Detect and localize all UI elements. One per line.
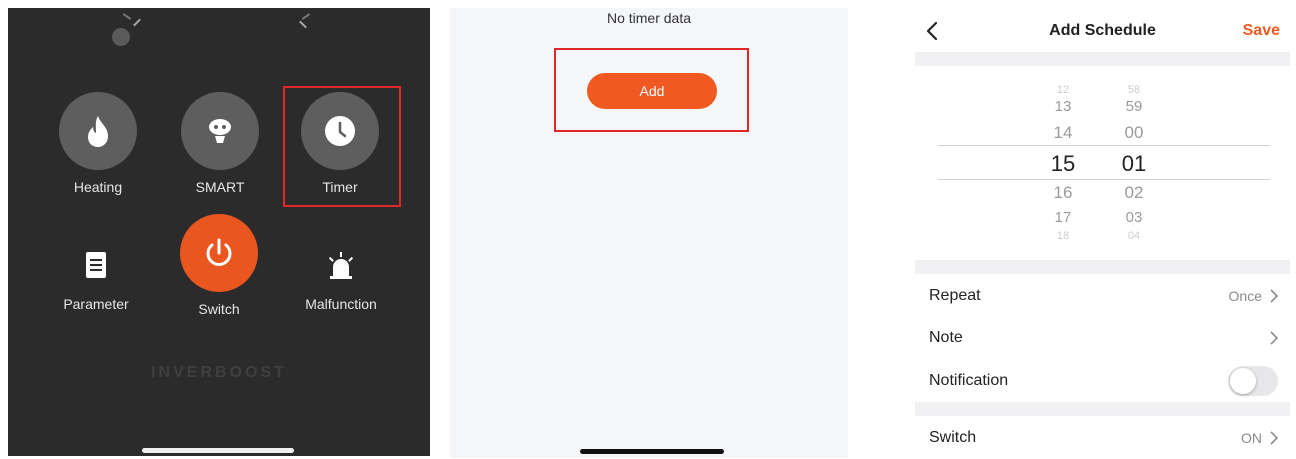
hour-option[interactable]: 17 [1043, 209, 1083, 226]
power-icon [206, 238, 232, 266]
dial-indicator-dot [112, 28, 130, 46]
notification-label: Notification [929, 372, 1009, 389]
knob-tick [299, 20, 307, 29]
brand-logo: INVERBOOST [151, 364, 287, 381]
minute-option[interactable]: 02 [1114, 183, 1154, 203]
knob-tick [122, 13, 132, 20]
empty-state-text: No timer data [606, 10, 692, 26]
note-label: Note [929, 329, 963, 346]
switch-label: Switch [929, 429, 977, 446]
timer-highlight-box [283, 86, 401, 207]
heating-button[interactable]: Heating [33, 92, 163, 195]
minute-option[interactable]: 58 [1114, 84, 1154, 96]
parameter-button[interactable]: Parameter [31, 240, 161, 312]
hour-option[interactable]: 18 [1043, 230, 1083, 242]
add-schedule-screen: Add Schedule Save 12 13 14 15 16 17 18 5… [915, 8, 1290, 459]
parameter-icon-wrap [57, 240, 135, 290]
hour-option[interactable]: 14 [1043, 123, 1083, 143]
knob-tick [133, 18, 141, 27]
notification-toggle[interactable] [1228, 366, 1278, 396]
repeat-label: Repeat [929, 287, 981, 304]
minute-option[interactable]: 03 [1114, 209, 1154, 226]
section-separator [915, 402, 1290, 416]
note-row[interactable]: Note [915, 318, 1290, 358]
hour-option[interactable]: 12 [1043, 84, 1083, 96]
heating-icon-circle [59, 92, 137, 170]
timer-list-screen: No timer data Add [450, 8, 848, 458]
chevron-right-icon [1270, 289, 1278, 303]
repeat-value: Once [1228, 288, 1262, 304]
knob-tick [301, 13, 311, 20]
chevron-right-icon [1270, 331, 1278, 345]
smart-icon-circle [181, 92, 259, 170]
malfunction-label: Malfunction [305, 296, 377, 312]
flame-icon [88, 116, 108, 147]
robot-icon [209, 119, 231, 143]
home-indicator[interactable] [580, 449, 724, 454]
switch-icon-circle [180, 214, 258, 292]
minute-option[interactable]: 59 [1114, 98, 1154, 115]
page-title: Add Schedule [1049, 22, 1156, 39]
power-switch-button[interactable]: Switch [154, 214, 284, 317]
heating-label: Heating [73, 179, 123, 195]
switch-row[interactable]: Switch ON [915, 418, 1290, 458]
repeat-row[interactable]: Repeat Once [915, 276, 1290, 316]
selected-minute[interactable]: 01 [1114, 151, 1154, 177]
hour-option[interactable]: 16 [1043, 183, 1083, 203]
minute-option[interactable]: 04 [1114, 230, 1154, 242]
section-separator [915, 260, 1290, 274]
minute-option[interactable]: 00 [1114, 123, 1154, 143]
parameter-label: Parameter [63, 296, 129, 312]
notification-row: Notification [915, 361, 1290, 401]
malfunction-button[interactable]: Malfunction [276, 240, 406, 312]
switch-label: Switch [198, 301, 240, 317]
section-separator [915, 52, 1290, 66]
device-control-screen: Heating SMART Timer Parameter Switch Mal… [8, 8, 430, 456]
chevron-right-icon [1270, 431, 1278, 445]
smart-label: SMART [195, 179, 245, 195]
alarm-icon [328, 252, 354, 279]
add-timer-button[interactable]: Add [587, 73, 717, 109]
save-button[interactable]: Save [1243, 22, 1280, 40]
picker-selection-line [938, 179, 1270, 180]
toggle-thumb [1230, 368, 1256, 394]
document-icon [86, 252, 106, 278]
home-indicator[interactable] [142, 448, 294, 453]
selected-hour[interactable]: 15 [1043, 151, 1083, 177]
picker-selection-line [938, 145, 1270, 146]
malfunction-icon-wrap [302, 240, 380, 290]
switch-value: ON [1241, 430, 1262, 446]
hour-option[interactable]: 13 [1043, 98, 1083, 115]
smart-button[interactable]: SMART [155, 92, 285, 195]
